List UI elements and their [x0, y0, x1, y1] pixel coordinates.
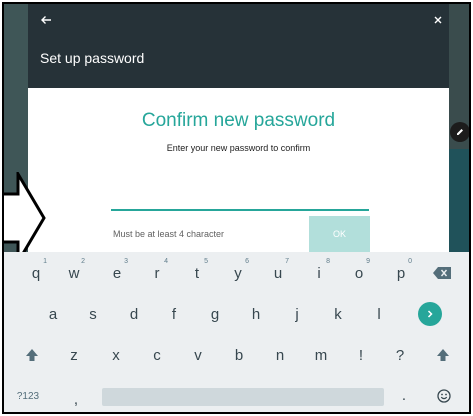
password-field[interactable] [111, 189, 369, 211]
key-b[interactable]: b [219, 338, 259, 372]
screen-frame: Set up password Confirm new password Ent… [2, 2, 471, 414]
confirm-subtitle: Enter your new password to confirm [166, 143, 311, 153]
ok-button[interactable]: OK [309, 216, 370, 252]
key-j[interactable]: j [277, 297, 317, 331]
key-q[interactable]: q1 [16, 256, 56, 290]
key-c[interactable]: c [137, 338, 177, 372]
emoji-icon [437, 389, 451, 403]
key-y[interactable]: y6 [218, 256, 258, 290]
backspace-key[interactable] [422, 256, 462, 290]
close-icon [434, 16, 442, 24]
key-period[interactable]: . [384, 378, 424, 412]
key-m[interactable]: m [301, 338, 341, 372]
shift-key-left[interactable] [12, 338, 52, 372]
key-l[interactable]: l [359, 297, 399, 331]
symbols-key[interactable]: ?123 [8, 379, 48, 412]
key-question[interactable]: ? [380, 338, 420, 372]
key-e[interactable]: e3 [97, 256, 137, 290]
pencil-icon[interactable] [450, 122, 469, 142]
arrow-callout-icon [4, 172, 46, 264]
on-screen-keyboard: q1 w2 e3 r4 t5 y6 u7 i8 o9 p0 a s d f g … [4, 252, 469, 412]
key-w[interactable]: w2 [54, 256, 94, 290]
arrow-left-icon [41, 16, 51, 24]
key-v[interactable]: v [178, 338, 218, 372]
key-d[interactable]: d [114, 297, 154, 331]
go-key[interactable] [418, 302, 442, 326]
key-s[interactable]: s [73, 297, 113, 331]
close-button[interactable] [426, 8, 450, 32]
key-u[interactable]: u7 [258, 256, 298, 290]
key-h[interactable]: h [236, 297, 276, 331]
key-g[interactable]: g [195, 297, 235, 331]
key-o[interactable]: o9 [339, 256, 379, 290]
dialog-header: Set up password [28, 4, 449, 88]
password-hint: Must be at least 4 character [113, 229, 225, 239]
key-r[interactable]: r4 [137, 256, 177, 290]
key-i[interactable]: i8 [299, 256, 339, 290]
key-n[interactable]: n [260, 338, 300, 372]
dialog-title: Set up password [40, 50, 145, 66]
shift-icon [437, 349, 449, 361]
back-button[interactable] [34, 8, 58, 32]
confirm-heading: Confirm new password [141, 110, 336, 131]
chevron-right-icon [427, 310, 433, 318]
key-t[interactable]: t5 [177, 256, 217, 290]
key-comma[interactable]: , [56, 382, 96, 412]
shift-key-right[interactable] [423, 338, 463, 372]
key-f[interactable]: f [154, 297, 194, 331]
password-dialog: Set up password Confirm new password Ent… [28, 4, 449, 252]
background-app-right-lower [449, 149, 469, 252]
key-a[interactable]: a [33, 297, 73, 331]
emoji-key[interactable] [424, 379, 464, 412]
key-x[interactable]: x [96, 338, 136, 372]
key-k[interactable]: k [318, 297, 358, 331]
key-exclamation[interactable]: ! [341, 338, 381, 372]
key-z[interactable]: z [54, 338, 94, 372]
key-p[interactable]: p0 [381, 256, 421, 290]
space-key[interactable] [102, 388, 384, 406]
backspace-icon [433, 267, 451, 279]
shift-icon [26, 349, 38, 361]
